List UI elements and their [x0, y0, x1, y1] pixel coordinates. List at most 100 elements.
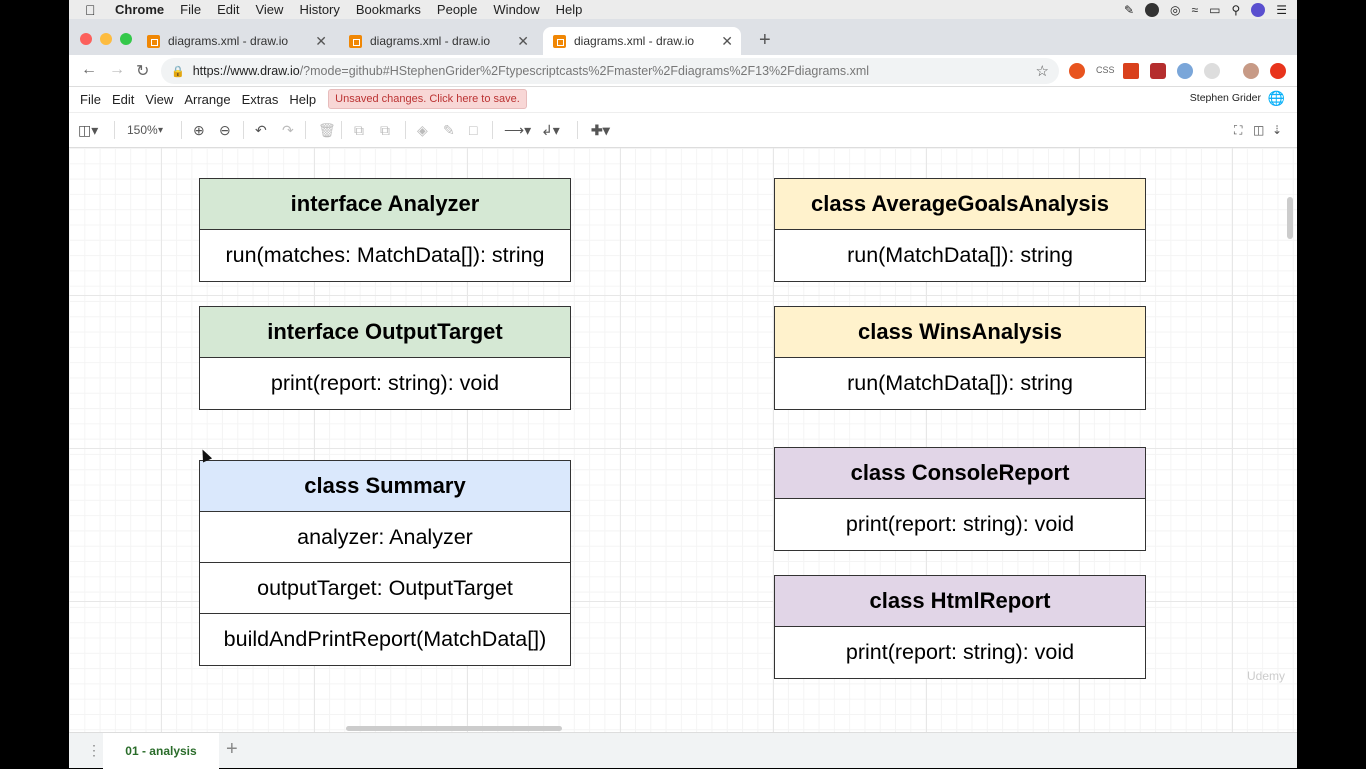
unsaved-changes-button[interactable]: Unsaved changes. Click here to save.	[328, 89, 527, 109]
uml-average-goals-analysis[interactable]: class AverageGoalsAnalysis run(MatchData…	[774, 178, 1146, 282]
uml-html-report[interactable]: class HtmlReport print(report: string): …	[774, 575, 1146, 679]
record-icon[interactable]	[1145, 2, 1160, 17]
uml-header[interactable]: class HtmlReport	[775, 576, 1145, 627]
uml-row[interactable]: print(report: string): void	[200, 358, 570, 409]
forward-icon[interactable]: →	[109, 61, 125, 79]
url-field[interactable]: 🔒 https://www.draw.io/?mode=github#HStep…	[161, 58, 1059, 84]
uml-analyzer[interactable]: interface Analyzer run(matches: MatchDat…	[199, 178, 571, 282]
to-front-icon[interactable]: ⧉	[354, 122, 364, 139]
zoom-out-icon[interactable]: ⊖	[219, 122, 231, 139]
extension-icon[interactable]	[1150, 63, 1166, 79]
connection-icon[interactable]: ⟶▾	[504, 122, 531, 139]
uml-header[interactable]: class Summary	[200, 461, 570, 512]
back-icon[interactable]: ←	[81, 61, 97, 79]
mac-menu-people[interactable]: People	[437, 2, 477, 17]
mac-menu-app[interactable]: Chrome	[115, 2, 164, 17]
extension-icon[interactable]	[1204, 63, 1220, 79]
uml-output-target[interactable]: interface OutputTarget print(report: str…	[199, 306, 571, 410]
mac-menu-edit[interactable]: Edit	[217, 2, 239, 17]
extension-icon[interactable]	[1123, 63, 1139, 79]
collapse-toolbar-icon[interactable]: ⇣	[1272, 123, 1282, 137]
menu-view[interactable]: View	[145, 92, 173, 107]
extension-icon[interactable]	[1270, 63, 1286, 79]
close-window-button[interactable]	[80, 33, 92, 45]
glasses-icon[interactable]: ◎	[1170, 3, 1180, 17]
reload-icon[interactable]: ↻	[136, 61, 149, 81]
waypoints-icon[interactable]: ↲▾	[541, 122, 560, 139]
apple-icon[interactable]: 	[85, 2, 101, 18]
menu-edit[interactable]: Edit	[112, 92, 134, 107]
insert-plus-icon[interactable]: ✚▾	[591, 122, 610, 139]
shadow-icon[interactable]: □	[469, 122, 477, 138]
minimize-window-button[interactable]	[100, 33, 112, 45]
tab-close-icon[interactable]: ✕	[315, 33, 327, 50]
format-panel-icon[interactable]: ◫▾	[78, 122, 98, 139]
mac-menu-view[interactable]: View	[255, 2, 283, 17]
fill-color-icon[interactable]: ◈	[417, 122, 428, 139]
mac-menu-file[interactable]: File	[180, 2, 201, 17]
battery-icon[interactable]: ▭	[1209, 3, 1220, 17]
zoom-level-dropdown[interactable]: 150%	[127, 123, 158, 137]
uml-row[interactable]: print(report: string): void	[775, 627, 1145, 678]
uml-header[interactable]: interface Analyzer	[200, 179, 570, 230]
mac-menu-history[interactable]: History	[299, 2, 339, 17]
add-page-button[interactable]: +	[226, 738, 238, 761]
to-back-icon[interactable]: ⧉	[380, 122, 390, 139]
uml-row[interactable]: print(report: string): void	[775, 499, 1145, 550]
new-tab-button[interactable]: +	[759, 29, 771, 52]
menu-extras[interactable]: Extras	[242, 92, 279, 107]
menu-help[interactable]: Help	[289, 92, 316, 107]
uml-header[interactable]: class WinsAnalysis	[775, 307, 1145, 358]
siri-icon[interactable]	[1251, 2, 1266, 17]
fullscreen-icon[interactable]: ⛶	[1234, 123, 1242, 138]
extension-icon[interactable]	[1069, 63, 1085, 79]
uml-header[interactable]: class ConsoleReport	[775, 448, 1145, 499]
browser-tab-3[interactable]: diagrams.xml - draw.io ✕	[543, 27, 741, 55]
undo-icon[interactable]: ↶	[255, 122, 267, 139]
zoom-in-icon[interactable]: ⊕	[193, 122, 205, 139]
redo-icon[interactable]: ↷	[282, 122, 294, 139]
browser-tab-1[interactable]: diagrams.xml - draw.io ✕	[137, 27, 335, 55]
diagram-canvas[interactable]: interface Analyzer run(matches: MatchDat…	[69, 148, 1297, 732]
url-path: /?mode=github#HStephenGrider%2Ftypescrip…	[299, 64, 870, 78]
spotlight-icon[interactable]: ⚲	[1231, 3, 1240, 17]
menu-file[interactable]: File	[80, 92, 101, 107]
notification-center-icon[interactable]: ☰	[1276, 3, 1287, 17]
vertical-scrollbar[interactable]	[1287, 197, 1293, 239]
browser-tab-2[interactable]: diagrams.xml - draw.io ✕	[339, 27, 537, 55]
uml-row[interactable]: run(MatchData[]): string	[775, 230, 1145, 281]
uml-row[interactable]: buildAndPrintReport(MatchData[])	[200, 614, 570, 665]
uml-summary[interactable]: class Summary analyzer: Analyzer outputT…	[199, 460, 571, 666]
line-color-icon[interactable]: ✎	[443, 122, 455, 139]
language-globe-icon[interactable]: 🌐	[1268, 90, 1285, 107]
pages-menu-icon[interactable]: ⋮	[87, 742, 101, 759]
css-extension-icon[interactable]: CSS	[1096, 65, 1115, 81]
mac-menu-help[interactable]: Help	[556, 2, 583, 17]
bookmark-star-icon[interactable]: ☆	[1036, 62, 1049, 80]
brush-icon[interactable]: ✎	[1124, 3, 1134, 17]
menu-arrange[interactable]: Arrange	[184, 92, 230, 107]
profile-avatar[interactable]	[1243, 63, 1259, 79]
horizontal-scrollbar[interactable]	[346, 726, 562, 731]
user-menu[interactable]: Stephen Grider	[1190, 92, 1261, 104]
uml-wins-analysis[interactable]: class WinsAnalysis run(MatchData[]): str…	[774, 306, 1146, 410]
uml-row[interactable]: run(matches: MatchData[]): string	[200, 230, 570, 281]
uml-row[interactable]: analyzer: Analyzer	[200, 512, 570, 563]
page-tab-analysis[interactable]: 01 - analysis	[103, 733, 219, 769]
uml-header[interactable]: class AverageGoalsAnalysis	[775, 179, 1145, 230]
tab-close-icon[interactable]: ✕	[721, 33, 733, 50]
wifi-icon[interactable]: ≈	[1192, 3, 1199, 17]
macos-menu-bar:  Chrome File Edit View History Bookmark…	[69, 0, 1297, 19]
uml-header[interactable]: interface OutputTarget	[200, 307, 570, 358]
mac-menu-window[interactable]: Window	[493, 2, 539, 17]
format-toggle-icon[interactable]: ◫	[1253, 123, 1264, 137]
uml-row[interactable]: run(MatchData[]): string	[775, 358, 1145, 409]
mac-menu-bookmarks[interactable]: Bookmarks	[356, 2, 421, 17]
extension-icon[interactable]	[1177, 63, 1193, 79]
uml-row[interactable]: outputTarget: OutputTarget	[200, 563, 570, 614]
tab-close-icon[interactable]: ✕	[517, 33, 529, 50]
maximize-window-button[interactable]	[120, 33, 132, 45]
uml-console-report[interactable]: class ConsoleReport print(report: string…	[774, 447, 1146, 551]
delete-icon[interactable]: 🗑	[318, 122, 336, 139]
zoom-dropdown-chevron-icon[interactable]: ▾	[158, 125, 163, 136]
